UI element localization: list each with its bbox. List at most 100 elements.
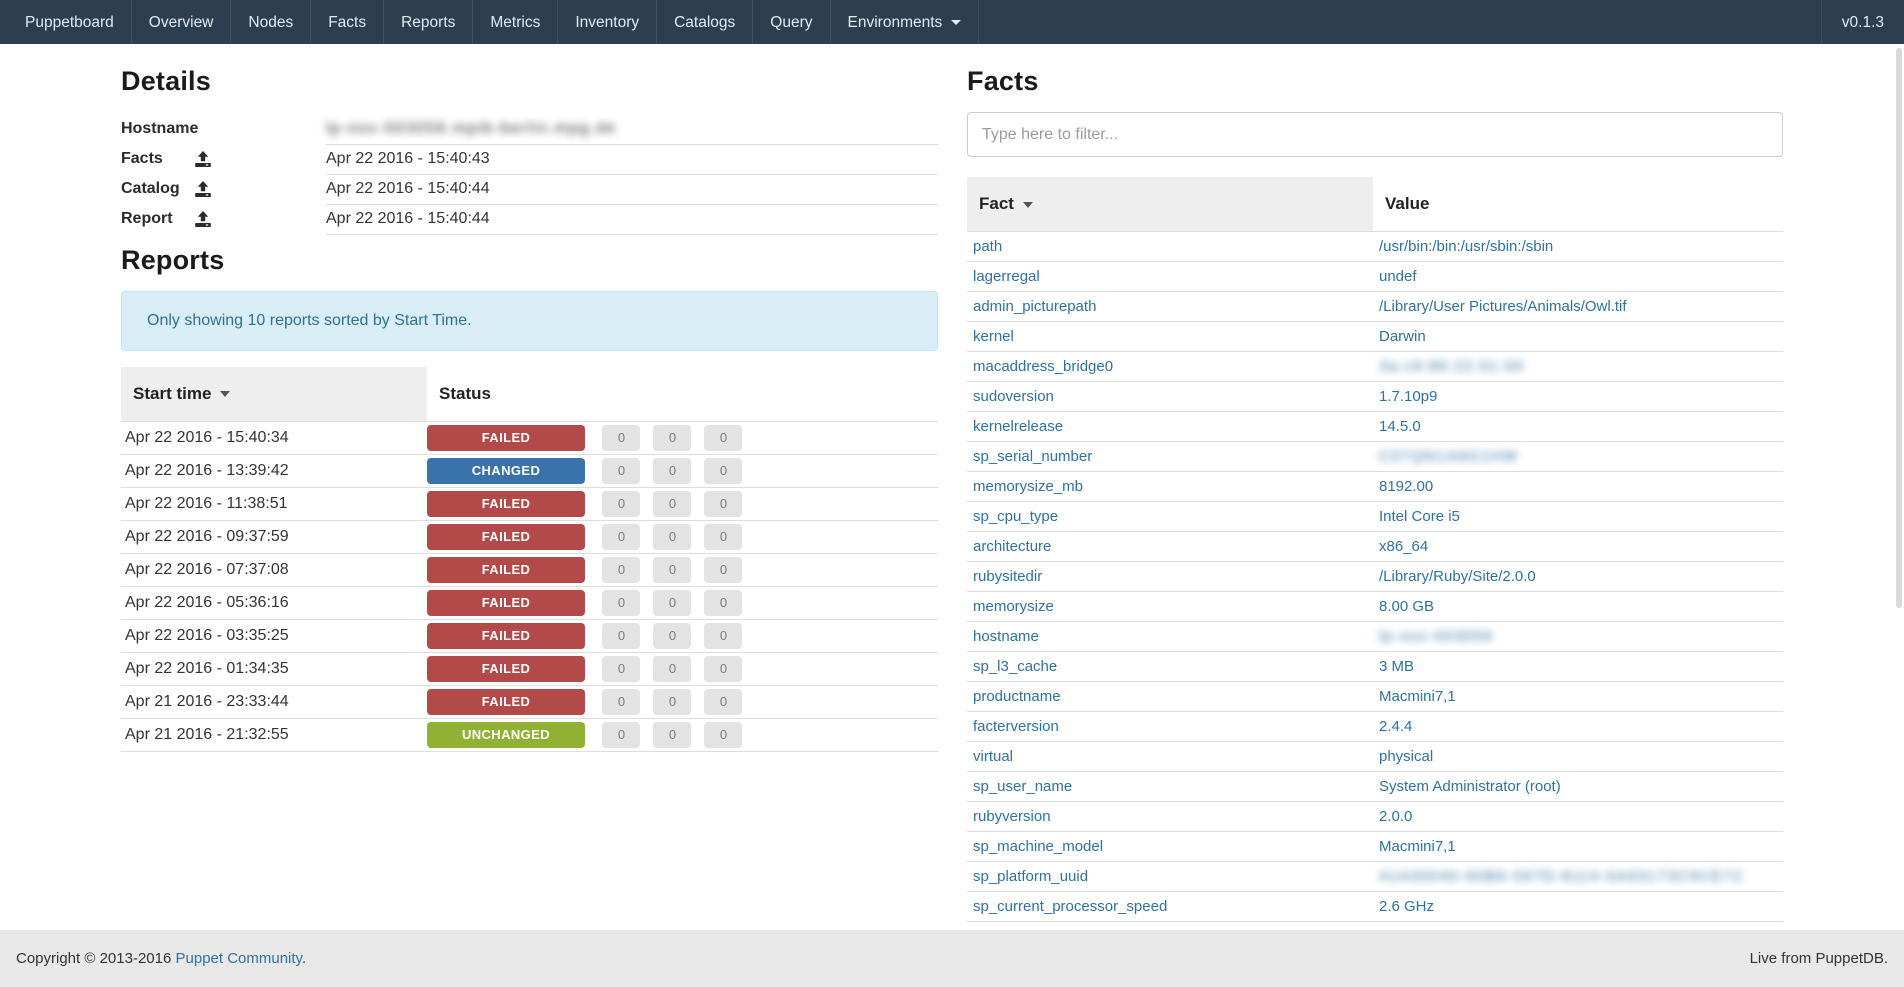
top-navbar: Puppetboard Overview Nodes Facts Reports… bbox=[0, 0, 1904, 44]
status-badge: FAILED bbox=[427, 491, 585, 517]
report-start-time[interactable]: Apr 21 2016 - 21:32:55 bbox=[121, 718, 427, 751]
nav-item-inventory[interactable]: Inventory bbox=[558, 0, 657, 44]
scrollbar-thumb[interactable] bbox=[1896, 48, 1902, 608]
status-badge: FAILED bbox=[427, 524, 585, 550]
nav-item-query[interactable]: Query bbox=[753, 0, 830, 44]
fact-row: path /usr/bin:/bin:/usr/sbin:/sbin bbox=[967, 232, 1783, 262]
fact-name-link[interactable]: rubyversion bbox=[973, 808, 1051, 825]
fact-row: memorysize_mb 8192.00 bbox=[967, 472, 1783, 502]
fact-name-link[interactable]: kernelrelease bbox=[973, 418, 1063, 435]
count-badge: 0 bbox=[653, 689, 691, 715]
fact-row: sp_current_processor_speed 2.6 GHz bbox=[967, 892, 1783, 922]
report-start-time[interactable]: Apr 22 2016 - 11:38:51 bbox=[121, 487, 427, 520]
count-badge: 0 bbox=[653, 722, 691, 748]
fact-name-link[interactable]: sp_platform_uuid bbox=[973, 868, 1088, 885]
fact-row: lagerregal undef bbox=[967, 262, 1783, 292]
fact-row: admin_picturepath /Library/User Pictures… bbox=[967, 292, 1783, 322]
fact-name-link[interactable]: memorysize_mb bbox=[973, 478, 1083, 495]
report-start-time[interactable]: Apr 22 2016 - 09:37:59 bbox=[121, 520, 427, 553]
details-heading: Details bbox=[121, 66, 938, 97]
details-value: Apr 22 2016 - 15:40:43 bbox=[326, 150, 490, 167]
fact-row: kernel Darwin bbox=[967, 322, 1783, 352]
fact-value: Intel Core i5 bbox=[1379, 508, 1460, 525]
nav-item-catalogs[interactable]: Catalogs bbox=[657, 0, 753, 44]
count-badge: 0 bbox=[602, 656, 640, 682]
fact-name-link[interactable]: virtual bbox=[973, 748, 1013, 765]
details-value: lp-osx-003056.mpib-berlin.mpg.de bbox=[326, 120, 617, 137]
fact-name-link[interactable]: memorysize bbox=[973, 598, 1054, 615]
fact-value: physical bbox=[1379, 748, 1433, 765]
upload-icon[interactable] bbox=[195, 211, 211, 227]
fact-name-link[interactable]: lagerregal bbox=[973, 268, 1040, 285]
report-start-time[interactable]: Apr 21 2016 - 23:33:44 bbox=[121, 685, 427, 718]
fact-name-link[interactable]: sudoversion bbox=[973, 388, 1054, 405]
column-header-start-time[interactable]: Start time bbox=[121, 367, 427, 422]
facts-filter-input[interactable] bbox=[967, 112, 1783, 157]
count-badge: 0 bbox=[653, 425, 691, 451]
fact-row: macaddress_bridge0 3a:c9:86:22:01:00 bbox=[967, 352, 1783, 382]
fact-name-link[interactable]: admin_picturepath bbox=[973, 298, 1096, 315]
report-start-time[interactable]: Apr 22 2016 - 07:37:08 bbox=[121, 553, 427, 586]
nav-item-reports[interactable]: Reports bbox=[384, 0, 473, 44]
nav-item-overview[interactable]: Overview bbox=[132, 0, 232, 44]
report-start-time[interactable]: Apr 22 2016 - 13:39:42 bbox=[121, 454, 427, 487]
fact-row: memorysize 8.00 GB bbox=[967, 592, 1783, 622]
fact-name-link[interactable]: sp_machine_model bbox=[973, 838, 1103, 855]
count-badge: 0 bbox=[653, 557, 691, 583]
report-row: Apr 21 2016 - 21:32:55 UNCHANGED 000 bbox=[121, 718, 938, 751]
left-column: Details Hostname lp-osx-003056.mpib-berl… bbox=[121, 66, 938, 922]
navbar-brand[interactable]: Puppetboard bbox=[8, 0, 132, 44]
fact-name-link[interactable]: facterversion bbox=[973, 718, 1059, 735]
column-header-value[interactable]: Value bbox=[1373, 177, 1783, 232]
fact-value: 8192.00 bbox=[1379, 478, 1433, 495]
fact-name-link[interactable]: rubysitedir bbox=[973, 568, 1042, 585]
column-header-fact[interactable]: Fact bbox=[967, 177, 1373, 232]
count-badge: 0 bbox=[602, 491, 640, 517]
fact-row: architecture x86_64 bbox=[967, 532, 1783, 562]
fact-name-link[interactable]: kernel bbox=[973, 328, 1014, 345]
count-badge: 0 bbox=[602, 557, 640, 583]
status-badge: CHANGED bbox=[427, 458, 585, 484]
report-start-time[interactable]: Apr 22 2016 - 05:36:16 bbox=[121, 586, 427, 619]
report-start-time[interactable]: Apr 22 2016 - 03:35:25 bbox=[121, 619, 427, 652]
fact-row: virtual physical bbox=[967, 742, 1783, 772]
fact-name-link[interactable]: sp_current_processor_speed bbox=[973, 898, 1167, 915]
reports-notice: Only showing 10 reports sorted by Start … bbox=[121, 291, 938, 351]
fact-name-link[interactable]: productname bbox=[973, 688, 1061, 705]
nav-item-nodes[interactable]: Nodes bbox=[231, 0, 311, 44]
upload-icon[interactable] bbox=[195, 181, 211, 197]
column-header-status[interactable]: Status bbox=[427, 367, 938, 422]
fact-name-link[interactable]: path bbox=[973, 238, 1002, 255]
count-badge: 0 bbox=[653, 524, 691, 550]
fact-row: sp_l3_cache 3 MB bbox=[967, 652, 1783, 682]
fact-name-link[interactable]: sp_serial_number bbox=[973, 448, 1092, 465]
fact-value: 2.4.4 bbox=[1379, 718, 1412, 735]
count-badge: 0 bbox=[704, 491, 742, 517]
fact-row: facterversion 2.4.4 bbox=[967, 712, 1783, 742]
fact-name-link[interactable]: sp_user_name bbox=[973, 778, 1072, 795]
status-badge: FAILED bbox=[427, 623, 585, 649]
count-badge: 0 bbox=[602, 590, 640, 616]
nav-item-facts[interactable]: Facts bbox=[311, 0, 384, 44]
fact-name-link[interactable]: architecture bbox=[973, 538, 1051, 555]
fact-value: System Administrator (root) bbox=[1379, 778, 1561, 795]
count-badge: 0 bbox=[704, 623, 742, 649]
report-start-time[interactable]: Apr 22 2016 - 15:40:34 bbox=[121, 421, 427, 454]
details-row: Report Apr 22 2016 - 15:40:44 bbox=[121, 204, 938, 234]
fact-value: Macmini7,1 bbox=[1379, 688, 1456, 705]
fact-value: Macmini7,1 bbox=[1379, 838, 1456, 855]
report-start-time[interactable]: Apr 22 2016 - 01:34:35 bbox=[121, 652, 427, 685]
report-row: Apr 22 2016 - 05:36:16 FAILED 000 bbox=[121, 586, 938, 619]
fact-row: sp_user_name System Administrator (root) bbox=[967, 772, 1783, 802]
nav-item-metrics[interactable]: Metrics bbox=[473, 0, 558, 44]
fact-name-link[interactable]: hostname bbox=[973, 628, 1039, 645]
puppet-community-link[interactable]: Puppet Community bbox=[176, 950, 302, 967]
nav-dropdown-environments[interactable]: Environments bbox=[831, 0, 980, 44]
navbar-spacer bbox=[979, 0, 1820, 44]
details-row: Hostname lp-osx-003056.mpib-berlin.mpg.d… bbox=[121, 114, 938, 144]
fact-name-link[interactable]: sp_cpu_type bbox=[973, 508, 1058, 525]
fact-name-link[interactable]: sp_l3_cache bbox=[973, 658, 1057, 675]
fact-row: hostname lp-osx-003056 bbox=[967, 622, 1783, 652]
upload-icon[interactable] bbox=[195, 151, 211, 167]
fact-name-link[interactable]: macaddress_bridge0 bbox=[973, 358, 1113, 375]
